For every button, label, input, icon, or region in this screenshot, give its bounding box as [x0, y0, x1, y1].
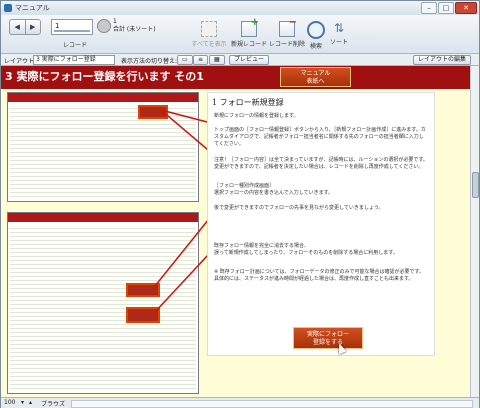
search-icon: [307, 21, 325, 39]
app-icon: [4, 4, 12, 12]
sort-label: ソート: [329, 39, 348, 46]
sort-button[interactable]: ⇅ ソート: [327, 21, 351, 46]
view-table-button[interactable]: ▦: [209, 55, 225, 65]
status-toolbar: ◀ ▶ 1 1 合計 (未ソート) レコード すべてを表示 新規レコード レコー…: [1, 15, 479, 54]
find-button[interactable]: 検索: [305, 21, 327, 50]
doc-paragraph: 後で変更ができますのでフォローの先事を見ながら変更していきましょう。: [214, 205, 384, 211]
layout-bar: レイアウト: 3 実際にフォロー登録 表示方法の切り替え: ▭ ≡ ▦ プレビュ…: [1, 54, 479, 66]
doc-paragraph: ［フォロー種別作成画面］ 選択フォローの内容を書き込んで入力していきます。: [214, 183, 334, 196]
new-record-icon: [241, 17, 259, 37]
close-button[interactable]: ✕: [455, 2, 477, 14]
doc-paragraph: 注意！［フォロー内容］は全て決まっていますが、記帳時には、ルーションの選択が必要…: [214, 157, 428, 170]
app-window: マニュアル – □ ✕ ◀ ▶ 1 1 合計 (未ソート) レコード すべてを表…: [0, 0, 480, 408]
layout-label: レイアウト:: [4, 58, 37, 65]
record-label: レコード: [63, 42, 88, 49]
show-all-icon: [201, 21, 217, 37]
delete-record-icon: [279, 17, 297, 37]
minimize-button[interactable]: –: [421, 2, 437, 14]
layout-canvas: 3 実際にフォロー登録を行います その1 マニュアル 表紙へ 1 フォロー新規登…: [1, 66, 479, 397]
document-title: 1 フォロー新規登録: [212, 98, 284, 107]
mode-indicator[interactable]: ブラウズ: [41, 399, 65, 408]
record-number[interactable]: 1: [55, 22, 59, 30]
doc-paragraph: トップ画面の［フォロー情報登録］ボタンから入り、［新規フォロー計画作成］に進みま…: [214, 127, 426, 147]
vertical-scrollbar[interactable]: [470, 66, 479, 397]
view-list-button[interactable]: ≡: [193, 55, 209, 65]
horizontal-scrollbar[interactable]: [71, 400, 473, 408]
record-pie-icon: [97, 19, 111, 33]
record-count: 1: [113, 18, 117, 25]
title-bar: マニュアル – □ ✕: [1, 1, 479, 16]
show-all-button[interactable]: すべてを表示: [187, 21, 231, 48]
doc-paragraph: 既存フォロー情報を完全に消去する場合、 誤って新規作成してしまったり、フォローそ…: [214, 243, 398, 256]
document-panel: 1 フォロー新規登録 新規にフォローの情報を登録します。 トップ画面の［フォロー…: [207, 92, 435, 356]
record-slider-track[interactable]: [54, 30, 90, 32]
next-record-button[interactable]: ▶: [26, 20, 41, 34]
view-form-button[interactable]: ▭: [177, 55, 193, 65]
register-follow-button[interactable]: 実際にフォロー 登録をする: [293, 327, 363, 349]
view-as-label: 表示方法の切り替え:: [121, 58, 178, 65]
window-title: マニュアル: [15, 4, 50, 12]
preview-button[interactable]: プレビュー: [229, 55, 270, 65]
new-record-label: 新規レコード: [230, 41, 267, 48]
record-info: 1 合計 (未ソート): [113, 18, 156, 34]
edit-layout-button[interactable]: レイアウトの編集: [413, 55, 472, 65]
zoom-in-icon[interactable]: ▴: [29, 399, 32, 406]
zoom-level[interactable]: 100: [4, 399, 15, 406]
delete-record-label: レコード削除: [268, 41, 305, 48]
status-bar: 100 ▾ ▴ ブラウズ: [1, 397, 479, 408]
sort-icon: ⇅: [333, 21, 345, 35]
find-label: 検索: [309, 43, 322, 50]
zoom-out-icon[interactable]: ▾: [21, 399, 24, 406]
doc-paragraph: 新規にフォローの情報を登録します。: [214, 113, 299, 119]
record-navigation: ◀ ▶: [9, 19, 41, 35]
doc-paragraph: ※ 既存フォロー計画については、フォローデータの修正のみで可能な場合は確認が必要…: [214, 269, 425, 282]
maximize-button[interactable]: □: [438, 2, 454, 14]
record-slider[interactable]: 1: [51, 19, 93, 35]
window-controls: – □ ✕: [421, 2, 477, 14]
show-all-label: すべてを表示: [191, 41, 227, 48]
delete-record-button[interactable]: レコード削除: [265, 17, 309, 48]
previous-record-button[interactable]: ◀: [10, 20, 26, 34]
scroll-thumb[interactable]: [472, 172, 479, 198]
record-total: 合計 (未ソート): [113, 26, 156, 33]
layout-select[interactable]: 3 実際にフォロー登録: [33, 55, 115, 65]
